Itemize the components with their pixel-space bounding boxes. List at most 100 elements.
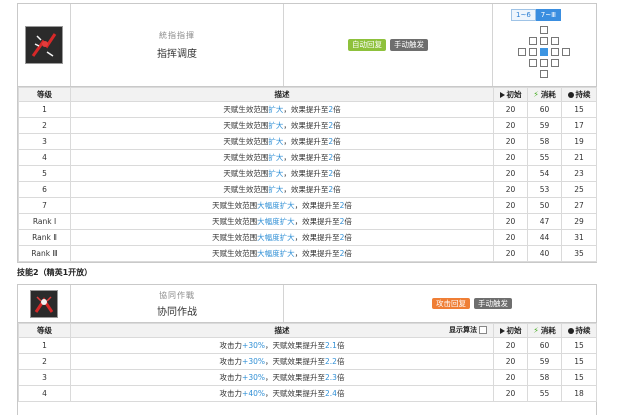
init-cell: 20 [493,149,528,166]
col-cost: ⚡ 消耗 [527,87,562,102]
desc-text: 倍 [333,169,341,178]
desc-text: ，效果提升至 [283,105,329,114]
duration-cell: 18 [561,385,597,402]
skill2-name-sub: 協同作戰 [159,290,195,300]
skill1-icon-cell [18,4,71,86]
desc-highlight: 扩大 [268,185,284,194]
desc-text: 倍 [344,233,352,242]
duration-cell: 15 [561,337,597,354]
table-row: 2 攻击力+30%，天赋效果提升至2.2倍 20 59 15 [18,353,597,370]
duration-cell: 19 [561,133,597,150]
desc-text: 倍 [333,137,341,146]
desc-text: ，效果提升至 [294,249,340,258]
description-cell: 天赋生效范围扩大，效果提升至2倍 [70,133,494,150]
desc-multiplier: 2.3 [325,373,337,382]
skill2-name: 协同作战 [157,306,197,318]
range-cell [551,37,559,45]
cost-cell: 58 [527,369,562,386]
description-cell: 攻击力+40%，天赋效果提升至2.4倍 [70,385,494,402]
desc-text: ，天赋效果提升至 [265,389,326,398]
init-cell: 20 [493,385,528,402]
desc-text: 倍 [333,185,341,194]
col-duration: 持续 [561,87,597,102]
description-cell: 天赋生效范围扩大，效果提升至2倍 [70,101,494,118]
table-row: Rank Ⅰ 天赋生效范围大幅度扩大，效果提升至2倍 20 47 29 [18,213,597,230]
range-grid [517,26,571,80]
duration-cell: 29 [561,213,597,230]
level-cell: Rank Ⅱ [18,229,71,246]
table-row: 1 天赋生效范围扩大，效果提升至2倍 20 60 15 [18,101,597,118]
show-algorithm-toggle[interactable]: 显示算法 [449,325,487,335]
range-cell [551,59,559,67]
skill2-table: 等级 描述 显示算法 初始 ⚡ 消耗 持续 1 攻击力+30%，天赋效果提升至2.1… [18,323,597,402]
table-row: 4 攻击力+40%，天赋效果提升至2.4倍 20 55 18 [18,385,597,402]
desc-text: 天赋生效范围 [223,137,269,146]
range-tab-7-iii[interactable]: 7~Ⅲ [535,9,561,21]
desc-highlight: 扩大 [268,105,284,114]
duration-cell: 35 [561,245,597,262]
duration-cell: 15 [561,101,597,118]
skill1-panel: 統指指揮 指挥调度 自动回复 手动触发 1~6 7~Ⅲ 等级 描述 初始 ⚡ 消… [17,3,597,263]
table-row: Rank Ⅱ 天赋生效范围大幅度扩大，效果提升至2倍 20 44 31 [18,229,597,246]
cost-cell: 58 [527,133,562,150]
desc-highlight: +30% [242,357,266,366]
duration-cell: 21 [561,149,597,166]
duration-cell: 23 [561,165,597,182]
description-cell: 天赋生效范围扩大，效果提升至2倍 [70,149,494,166]
tag-manual-trigger: 手动触发 [474,297,512,310]
desc-highlight: 大幅度扩大 [257,249,295,258]
level-cell: 4 [18,385,71,402]
desc-text: ，天赋效果提升至 [265,341,326,350]
init-cell: 20 [493,337,528,354]
show-algorithm-checkbox[interactable] [479,326,487,334]
description-cell: 攻击力+30%，天赋效果提升至2.3倍 [70,369,494,386]
desc-multiplier: 2.4 [325,389,337,398]
range-cell [540,37,548,45]
desc-text: ，效果提升至 [294,233,340,242]
col-init: 初始 [493,87,528,102]
description-cell: 天赋生效范围大幅度扩大，效果提升至2倍 [70,245,494,262]
table-row: 1 攻击力+30%，天赋效果提升至2.1倍 20 60 15 [18,337,597,354]
desc-highlight: +40% [242,389,266,398]
clock-icon [567,327,574,334]
desc-text: ，效果提升至 [294,201,340,210]
duration-cell: 17 [561,117,597,134]
desc-text: 倍 [344,249,352,258]
table-row: Rank Ⅲ 天赋生效范围大幅度扩大，效果提升至2倍 20 40 35 [18,245,597,262]
section2-title: 技能2（精英1开放） [17,268,93,277]
cost-cell: 55 [527,385,562,402]
play-icon [499,327,505,334]
desc-text: 倍 [333,105,341,114]
init-cell: 20 [493,229,528,246]
desc-text: 天赋生效范围 [212,249,258,258]
range-tab-1-6[interactable]: 1~6 [511,9,536,21]
desc-text: ，效果提升至 [283,169,329,178]
desc-text: 倍 [336,389,345,398]
command-dispatch-icon [25,26,63,64]
skill1-table: 等级 描述 初始 ⚡ 消耗 持续 1 天赋生效范围扩大，效果提升至2倍 20 60 15 2… [18,87,597,262]
description-cell: 天赋生效范围大幅度扩大，效果提升至2倍 [70,213,494,230]
description-cell: 天赋生效范围扩大，效果提升至2倍 [70,165,494,182]
table-row: 4 天赋生效范围扩大，效果提升至2倍 20 55 21 [18,149,597,166]
col-desc-label: 描述 [274,326,290,335]
desc-text: 天赋生效范围 [223,185,269,194]
skill2-panel: 協同作戰 协同作战 攻击回复 手动触发 等级 描述 显示算法 初始 ⚡ 消耗 持… [17,284,597,415]
level-cell: 7 [18,197,71,214]
col-level: 等级 [18,87,71,102]
init-cell: 20 [493,101,528,118]
desc-highlight: 扩大 [268,137,284,146]
cost-cell: 54 [527,165,562,182]
description-cell: 天赋生效范围大幅度扩大，效果提升至2倍 [70,229,494,246]
desc-highlight: 大幅度扩大 [257,233,295,242]
desc-text: 天赋生效范围 [212,201,258,210]
desc-text: 天赋生效范围 [223,105,269,114]
desc-text: 倍 [336,357,345,366]
skill2-tags: 攻击回复 手动触发 [284,285,596,322]
range-cell [551,48,559,56]
range-cell [518,48,526,56]
range-cell [540,59,548,67]
lightning-icon: ⚡ [533,326,539,335]
cost-cell: 60 [527,337,562,354]
cost-cell: 50 [527,197,562,214]
cost-cell: 47 [527,213,562,230]
